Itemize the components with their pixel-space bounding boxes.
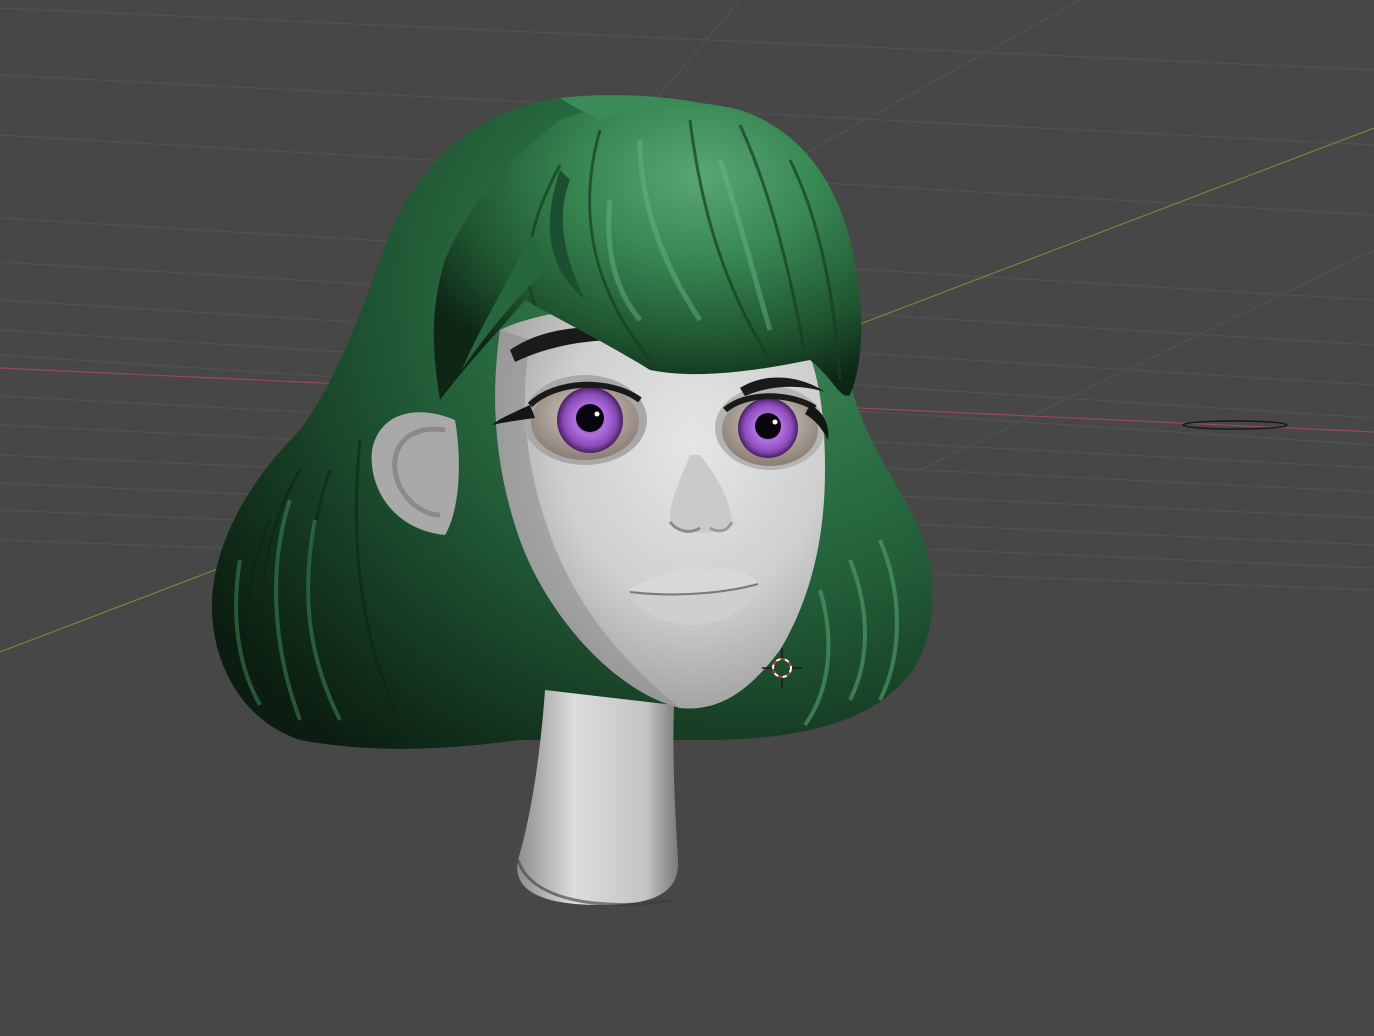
viewport-canvas[interactable] — [0, 0, 1374, 1036]
right-eye — [722, 393, 818, 466]
left-eye — [527, 381, 642, 460]
3d-viewport[interactable] — [0, 0, 1374, 1036]
